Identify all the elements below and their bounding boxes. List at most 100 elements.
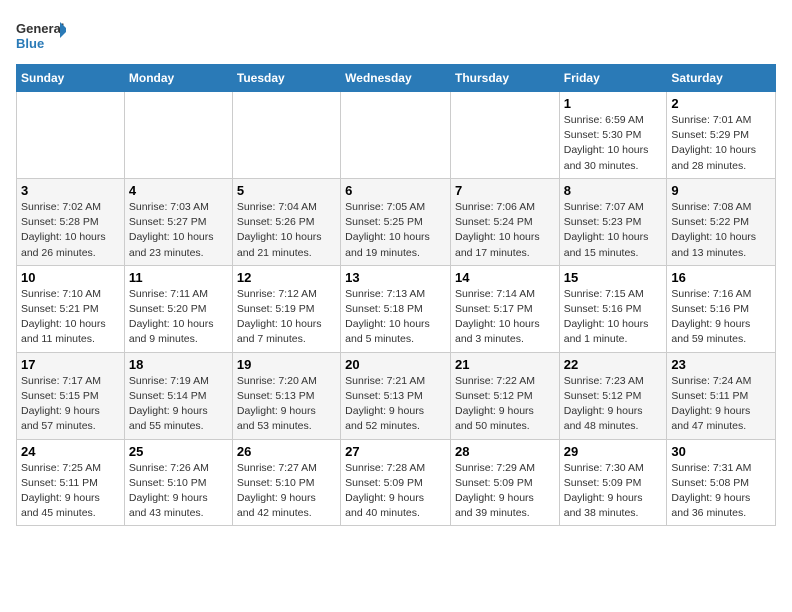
calendar-cell: 13 Sunrise: 7:13 AM Sunset: 5:18 PM Dayli… bbox=[341, 265, 451, 352]
calendar-cell: 21Sunrise: 7:22 AM Sunset: 5:12 PM Dayli… bbox=[450, 352, 559, 439]
day-number: 12 bbox=[237, 270, 336, 285]
day-info: Sunrise: 7:16 AM Sunset: 5:16 PM Dayligh… bbox=[671, 287, 771, 348]
day-number: 9 bbox=[671, 183, 771, 198]
calendar-cell: 12 Sunrise: 7:12 AM Sunset: 5:19 PM Dayli… bbox=[232, 265, 340, 352]
calendar-cell: 29 Sunrise: 7:30 AM Sunset: 5:09 PM Dayli… bbox=[559, 439, 667, 526]
calendar-cell: 25 Sunrise: 7:26 AM Sunset: 5:10 PM Dayli… bbox=[124, 439, 232, 526]
calendar-cell bbox=[341, 92, 451, 179]
calendar-cell: 24 Sunrise: 7:25 AM Sunset: 5:11 PM Dayli… bbox=[17, 439, 125, 526]
calendar-cell: 17 Sunrise: 7:17 AM Sunset: 5:15 PM Dayli… bbox=[17, 352, 125, 439]
day-info: Sunrise: 7:25 AM Sunset: 5:11 PM Dayligh… bbox=[21, 461, 120, 522]
day-number: 30 bbox=[671, 444, 771, 459]
day-info: Sunrise: 7:20 AM Sunset: 5:13 PM Dayligh… bbox=[237, 374, 336, 435]
calendar-cell: 10Sunrise: 7:10 AM Sunset: 5:21 PM Dayli… bbox=[17, 265, 125, 352]
day-info: Sunrise: 7:04 AM Sunset: 5:26 PM Dayligh… bbox=[237, 200, 336, 261]
day-number: 4 bbox=[129, 183, 228, 198]
calendar-cell: 28 Sunrise: 7:29 AM Sunset: 5:09 PM Dayli… bbox=[450, 439, 559, 526]
day-number: 27 bbox=[345, 444, 446, 459]
calendar-cell bbox=[232, 92, 340, 179]
calendar-cell: 3 Sunrise: 7:02 AM Sunset: 5:28 PM Daylig… bbox=[17, 178, 125, 265]
day-number: 29 bbox=[564, 444, 663, 459]
calendar-cell: 9Sunrise: 7:08 AM Sunset: 5:22 PM Daylig… bbox=[667, 178, 776, 265]
calendar-cell: 30 Sunrise: 7:31 AM Sunset: 5:08 PM Dayli… bbox=[667, 439, 776, 526]
day-number: 8 bbox=[564, 183, 663, 198]
calendar-cell: 7 Sunrise: 7:06 AM Sunset: 5:24 PM Daylig… bbox=[450, 178, 559, 265]
day-number: 17 bbox=[21, 357, 120, 372]
logo-svg: General Blue bbox=[16, 16, 66, 56]
day-info: Sunrise: 7:31 AM Sunset: 5:08 PM Dayligh… bbox=[671, 461, 771, 522]
day-number: 25 bbox=[129, 444, 228, 459]
day-info: Sunrise: 7:15 AM Sunset: 5:16 PM Dayligh… bbox=[564, 287, 663, 348]
day-number: 6 bbox=[345, 183, 446, 198]
day-number: 11 bbox=[129, 270, 228, 285]
weekday-header-friday: Friday bbox=[559, 65, 667, 92]
day-number: 21 bbox=[455, 357, 555, 372]
calendar-cell bbox=[124, 92, 232, 179]
day-info: Sunrise: 7:06 AM Sunset: 5:24 PM Dayligh… bbox=[455, 200, 555, 261]
day-number: 22 bbox=[564, 357, 663, 372]
day-number: 28 bbox=[455, 444, 555, 459]
page-header: General Blue bbox=[16, 16, 776, 56]
day-number: 26 bbox=[237, 444, 336, 459]
day-info: Sunrise: 7:26 AM Sunset: 5:10 PM Dayligh… bbox=[129, 461, 228, 522]
calendar-cell: 14 Sunrise: 7:14 AM Sunset: 5:17 PM Dayli… bbox=[450, 265, 559, 352]
day-number: 2 bbox=[671, 96, 771, 111]
day-info: Sunrise: 7:11 AM Sunset: 5:20 PM Dayligh… bbox=[129, 287, 228, 348]
day-number: 23 bbox=[671, 357, 771, 372]
day-number: 19 bbox=[237, 357, 336, 372]
day-info: Sunrise: 7:21 AM Sunset: 5:13 PM Dayligh… bbox=[345, 374, 446, 435]
day-info: Sunrise: 7:07 AM Sunset: 5:23 PM Dayligh… bbox=[564, 200, 663, 261]
weekday-header-row: SundayMondayTuesdayWednesdayThursdayFrid… bbox=[17, 65, 776, 92]
day-info: Sunrise: 7:28 AM Sunset: 5:09 PM Dayligh… bbox=[345, 461, 446, 522]
day-number: 13 bbox=[345, 270, 446, 285]
day-info: Sunrise: 7:30 AM Sunset: 5:09 PM Dayligh… bbox=[564, 461, 663, 522]
calendar-cell: 11 Sunrise: 7:11 AM Sunset: 5:20 PM Dayli… bbox=[124, 265, 232, 352]
calendar-cell: 19 Sunrise: 7:20 AM Sunset: 5:13 PM Dayli… bbox=[232, 352, 340, 439]
day-info: Sunrise: 7:01 AM Sunset: 5:29 PM Dayligh… bbox=[671, 113, 771, 174]
day-info: Sunrise: 6:59 AM Sunset: 5:30 PM Dayligh… bbox=[564, 113, 663, 174]
weekday-header-wednesday: Wednesday bbox=[341, 65, 451, 92]
calendar-cell: 5 Sunrise: 7:04 AM Sunset: 5:26 PM Daylig… bbox=[232, 178, 340, 265]
calendar-week-3: 10Sunrise: 7:10 AM Sunset: 5:21 PM Dayli… bbox=[17, 265, 776, 352]
calendar-cell bbox=[17, 92, 125, 179]
day-info: Sunrise: 7:13 AM Sunset: 5:18 PM Dayligh… bbox=[345, 287, 446, 348]
day-number: 16 bbox=[671, 270, 771, 285]
calendar-week-4: 17 Sunrise: 7:17 AM Sunset: 5:15 PM Dayli… bbox=[17, 352, 776, 439]
calendar-cell: 23 Sunrise: 7:24 AM Sunset: 5:11 PM Dayli… bbox=[667, 352, 776, 439]
weekday-header-monday: Monday bbox=[124, 65, 232, 92]
calendar-week-2: 3 Sunrise: 7:02 AM Sunset: 5:28 PM Daylig… bbox=[17, 178, 776, 265]
day-info: Sunrise: 7:10 AM Sunset: 5:21 PM Dayligh… bbox=[21, 287, 120, 348]
calendar-cell: 16 Sunrise: 7:16 AM Sunset: 5:16 PM Dayli… bbox=[667, 265, 776, 352]
weekday-header-thursday: Thursday bbox=[450, 65, 559, 92]
calendar-cell: 1Sunrise: 6:59 AM Sunset: 5:30 PM Daylig… bbox=[559, 92, 667, 179]
calendar-week-1: 1Sunrise: 6:59 AM Sunset: 5:30 PM Daylig… bbox=[17, 92, 776, 179]
day-info: Sunrise: 7:17 AM Sunset: 5:15 PM Dayligh… bbox=[21, 374, 120, 435]
calendar-cell: 22Sunrise: 7:23 AM Sunset: 5:12 PM Dayli… bbox=[559, 352, 667, 439]
svg-text:Blue: Blue bbox=[16, 36, 44, 51]
calendar-cell: 26 Sunrise: 7:27 AM Sunset: 5:10 PM Dayli… bbox=[232, 439, 340, 526]
day-info: Sunrise: 7:24 AM Sunset: 5:11 PM Dayligh… bbox=[671, 374, 771, 435]
calendar-cell: 20 Sunrise: 7:21 AM Sunset: 5:13 PM Dayli… bbox=[341, 352, 451, 439]
weekday-header-sunday: Sunday bbox=[17, 65, 125, 92]
day-info: Sunrise: 7:14 AM Sunset: 5:17 PM Dayligh… bbox=[455, 287, 555, 348]
day-number: 3 bbox=[21, 183, 120, 198]
day-number: 14 bbox=[455, 270, 555, 285]
calendar-cell: 2 Sunrise: 7:01 AM Sunset: 5:29 PM Daylig… bbox=[667, 92, 776, 179]
weekday-header-tuesday: Tuesday bbox=[232, 65, 340, 92]
day-number: 5 bbox=[237, 183, 336, 198]
day-info: Sunrise: 7:29 AM Sunset: 5:09 PM Dayligh… bbox=[455, 461, 555, 522]
day-info: Sunrise: 7:02 AM Sunset: 5:28 PM Dayligh… bbox=[21, 200, 120, 261]
day-number: 15 bbox=[564, 270, 663, 285]
day-number: 20 bbox=[345, 357, 446, 372]
calendar-table: SundayMondayTuesdayWednesdayThursdayFrid… bbox=[16, 64, 776, 526]
logo: General Blue bbox=[16, 16, 66, 56]
calendar-week-5: 24 Sunrise: 7:25 AM Sunset: 5:11 PM Dayli… bbox=[17, 439, 776, 526]
day-info: Sunrise: 7:12 AM Sunset: 5:19 PM Dayligh… bbox=[237, 287, 336, 348]
day-number: 7 bbox=[455, 183, 555, 198]
day-number: 18 bbox=[129, 357, 228, 372]
day-info: Sunrise: 7:27 AM Sunset: 5:10 PM Dayligh… bbox=[237, 461, 336, 522]
calendar-cell bbox=[450, 92, 559, 179]
svg-text:General: General bbox=[16, 21, 64, 36]
day-number: 24 bbox=[21, 444, 120, 459]
calendar-cell: 6Sunrise: 7:05 AM Sunset: 5:25 PM Daylig… bbox=[341, 178, 451, 265]
